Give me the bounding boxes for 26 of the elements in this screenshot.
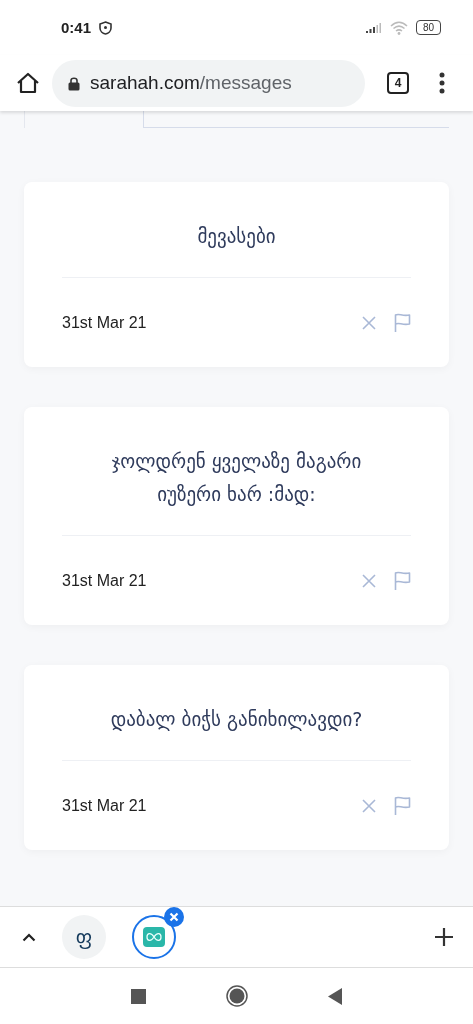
- add-icon[interactable]: [435, 928, 453, 946]
- recents-icon[interactable]: [131, 988, 146, 1004]
- home-icon[interactable]: [16, 72, 40, 94]
- tab-button[interactable]: [132, 915, 176, 959]
- message-text: დაბალ ბიჭს განიხილავდი?: [109, 707, 364, 733]
- shield-icon: [99, 20, 113, 35]
- wifi-icon: [389, 20, 408, 35]
- tab-button[interactable]: ფ: [62, 915, 106, 959]
- tab-count-button[interactable]: 4: [387, 72, 409, 94]
- message-text: მევასები: [196, 224, 277, 250]
- message-text: ჯოლდრენ ყველაზე მაგარი იუზერი ხარ :მად:: [110, 449, 363, 508]
- address-bar[interactable]: sarahah.com/messages: [52, 59, 365, 107]
- message-date: 31st Mar 21: [62, 571, 148, 590]
- signal-icon: [365, 22, 382, 33]
- clock-time: 0:41: [61, 19, 92, 36]
- menu-icon[interactable]: [439, 72, 445, 94]
- close-tab-icon[interactable]: [164, 907, 184, 927]
- message-date: 31st Mar 21: [62, 796, 148, 815]
- url-text: sarahah.com/messages: [90, 72, 292, 94]
- app-icon: [143, 927, 165, 947]
- lock-icon: [68, 75, 80, 91]
- back-icon[interactable]: [328, 987, 342, 1005]
- home-button-icon[interactable]: [226, 985, 248, 1007]
- chevron-up-icon[interactable]: [22, 932, 36, 942]
- battery-indicator: 80: [415, 20, 441, 35]
- message-date: 31st Mar 21: [62, 313, 148, 332]
